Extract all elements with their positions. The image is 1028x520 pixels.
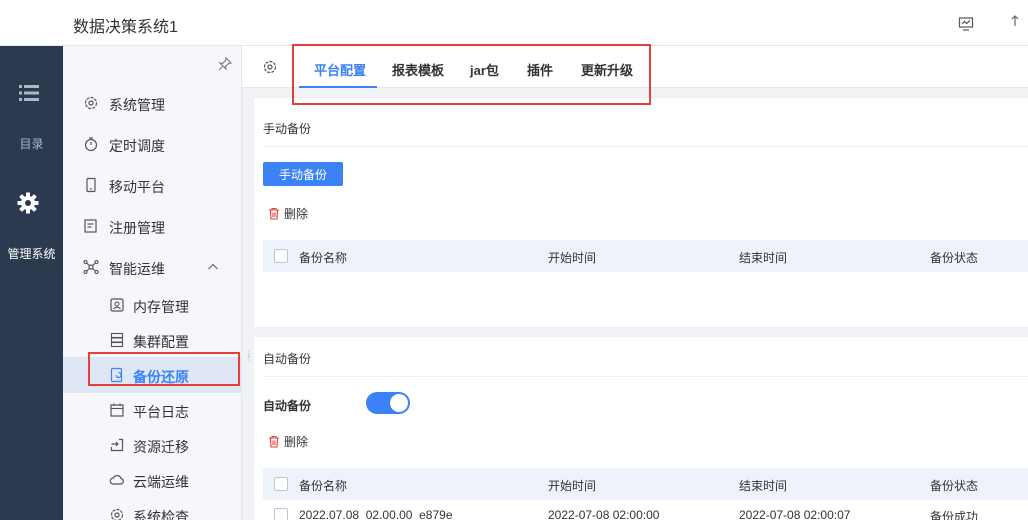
sidebar-item-resource-migration[interactable]: 资源迁移: [63, 427, 242, 463]
sidebar-item-label: 内存管理: [133, 299, 189, 315]
register-icon: [83, 218, 99, 234]
auto-backup-toggle[interactable]: [366, 392, 410, 414]
column-header: 备份状态: [930, 251, 979, 265]
import-icon: [109, 437, 125, 453]
cloud-icon: [109, 472, 125, 488]
sidebar-item-system-management[interactable]: 系统管理: [63, 85, 242, 121]
manual-backup-button[interactable]: 手动备份: [263, 162, 343, 186]
sidebar-item-label: 注册管理: [109, 220, 165, 236]
delete-button[interactable]: 删除: [268, 433, 308, 450]
column-header: 备份名称: [299, 479, 348, 493]
column-header: 备份名称: [299, 251, 348, 265]
sidebar-item-memory[interactable]: 内存管理: [63, 287, 242, 323]
sidebar-item-label: 智能运维: [109, 261, 165, 277]
manual-backup-card: 手动备份 手动备份 删除 备份名称 开始时间 结束时间 备份状态: [254, 98, 1028, 327]
sidebar-item-mobile-platform[interactable]: 移动平台: [63, 167, 242, 203]
end-time: 2022-07-08 02:00:07: [739, 508, 851, 520]
section-title: 自动备份: [263, 352, 312, 366]
column-header: 开始时间: [548, 479, 597, 493]
rail-admin-label[interactable]: 管理系统: [0, 245, 63, 262]
column-header: 结束时间: [739, 251, 788, 265]
auto-backup-card: 自动备份 自动备份 删除 备份名称 开始时间 结束时间 备份状态 2022.07…: [254, 337, 1028, 520]
sidebar-item-system-check[interactable]: 系统检查: [63, 497, 242, 520]
chevron-up-icon[interactable]: [207, 261, 219, 273]
column-header: 备份状态: [930, 479, 979, 493]
sidebar-item-platform-log[interactable]: 平台日志: [63, 392, 242, 428]
check-settings-icon: [109, 507, 125, 520]
backup-name: 2022.07.08_02.00.00_e879e: [299, 508, 453, 520]
rail-directory-label[interactable]: 目录: [0, 135, 63, 152]
list-icon[interactable]: [19, 84, 39, 105]
delete-label: 删除: [284, 435, 309, 449]
sidebar-item-label: 移动平台: [109, 179, 165, 195]
sidebar-item-label: 定时调度: [109, 138, 165, 154]
divider: [263, 146, 1028, 147]
monitor-icon[interactable]: [958, 16, 974, 32]
settings-icon[interactable]: [262, 59, 278, 75]
sidebar-item-label: 平台日志: [133, 404, 189, 420]
start-time: 2022-07-08 02:00:00: [548, 508, 660, 520]
auto-backup-label: 自动备份: [263, 399, 312, 413]
sidebar-item-smart-ops[interactable]: 智能运维: [63, 249, 242, 285]
table-header: 备份名称 开始时间 结束时间 备份状态: [263, 240, 1028, 272]
divider: [263, 376, 1028, 377]
main-content: 平台配置 报表模板 jar包 插件 更新升级 手动备份 手动备份 删除 备份名称…: [242, 46, 1028, 520]
table-row[interactable]: 2022.07.08_02.00.00_e879e 2022-07-08 02:…: [263, 500, 1028, 520]
more-icon[interactable]: [1010, 14, 1028, 32]
sidebar-item-registration[interactable]: 注册管理: [63, 208, 242, 244]
pin-icon[interactable]: [217, 56, 233, 72]
calendar-icon: [109, 402, 125, 418]
sidebar-item-label: 云端运维: [133, 474, 189, 490]
table-header: 备份名称 开始时间 结束时间 备份状态: [263, 468, 1028, 500]
settings-icon: [83, 95, 99, 111]
select-all-checkbox[interactable]: [274, 477, 288, 491]
app-title: 数据决策系统1: [73, 19, 178, 36]
sidebar-item-label: 系统管理: [109, 97, 165, 113]
timer-icon: [83, 136, 99, 152]
top-header: 数据决策系统1: [0, 0, 1028, 46]
column-header: 开始时间: [548, 251, 597, 265]
highlight-box: [88, 352, 240, 386]
sidebar-item-scheduling[interactable]: 定时调度: [63, 126, 242, 162]
gear-icon[interactable]: [17, 192, 39, 217]
select-all-checkbox[interactable]: [274, 249, 288, 263]
section-title: 手动备份: [263, 122, 312, 136]
sidebar-item-label: 集群配置: [133, 334, 189, 350]
toggle-knob: [390, 394, 408, 412]
sidebar: 系统管理 定时调度 移动平台 注册管理 智能运维 内存管理 集群配置 备份还原 …: [63, 46, 242, 520]
network-icon: [83, 259, 99, 275]
column-header: 结束时间: [739, 479, 788, 493]
sidebar-item-label: 系统检查: [133, 509, 189, 520]
sidebar-item-label: 资源迁移: [133, 439, 189, 455]
highlight-box: [292, 44, 651, 105]
row-checkbox[interactable]: [274, 508, 288, 520]
server-icon: [109, 332, 125, 348]
delete-label: 删除: [284, 207, 309, 221]
sidebar-item-cloud-ops[interactable]: 云端运维: [63, 462, 242, 498]
backup-status: 备份成功: [930, 510, 979, 520]
memory-icon: [109, 297, 125, 313]
delete-button[interactable]: 删除: [268, 205, 308, 222]
left-rail: 目录 管理系统: [0, 46, 63, 520]
mobile-icon: [83, 177, 99, 193]
